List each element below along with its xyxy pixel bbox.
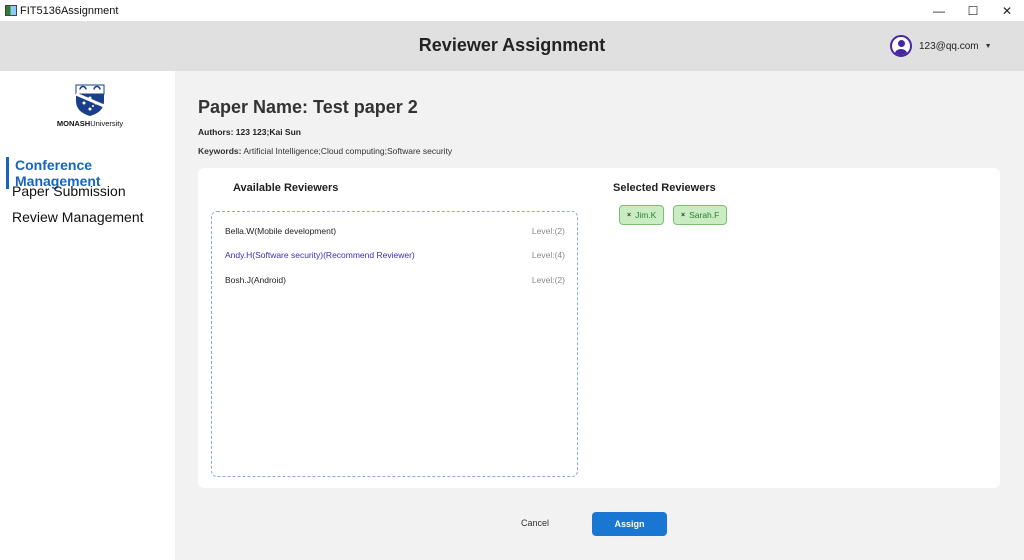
user-menu[interactable]: 123@qq.com ▼ (890, 35, 992, 57)
close-button[interactable]: ✕ (990, 0, 1024, 22)
page-title: Reviewer Assignment (418, 35, 606, 55)
selected-reviewer-chip[interactable]: × Jim.K (619, 205, 665, 225)
keywords-label: Keywords: (198, 146, 242, 156)
reviewer-item-recommended[interactable]: Andy.H(Software security)(Recommend Revi… (225, 250, 565, 260)
reviewer-name: Bosh.J(Android) (225, 275, 286, 285)
reviewer-level: Level:(4) (531, 250, 565, 260)
reviewer-level: Level:(2) (531, 275, 565, 285)
maximize-button[interactable]: ☐ (956, 0, 990, 22)
cancel-button[interactable]: Cancel (521, 518, 549, 528)
available-reviewers-list[interactable]: Bella.W(Mobile development) Level:(2) An… (211, 211, 578, 477)
app-icon (5, 5, 17, 16)
reviewer-level: Level:(2) (531, 226, 565, 236)
sidebar-item-review-management[interactable]: Review Management (12, 209, 144, 225)
chip-label: Sarah.F (689, 210, 720, 220)
sidebar-item-paper-submission[interactable]: Paper Submission (12, 183, 126, 199)
reviewer-name: Andy.H(Software security)(Recommend Revi… (225, 250, 415, 260)
paper-keywords: Keywords: Artificial Intelligence;Cloud … (198, 146, 452, 156)
main-content: Paper Name: Test paper 2 Authors: 123 12… (175, 71, 1024, 560)
available-reviewers-title: Available Reviewers (233, 182, 339, 194)
paper-authors: Authors: 123 123;Kai Sun (198, 127, 301, 137)
window-titlebar: FIT5136Assignment — ☐ ✕ (0, 0, 1024, 22)
keywords-value: Artificial Intelligence;Cloud computing;… (241, 146, 453, 156)
monash-crest-icon (75, 84, 105, 116)
reviewer-item[interactable]: Bosh.J(Android) Level:(2) (225, 275, 565, 285)
remove-icon[interactable]: × (681, 212, 685, 219)
window-title: FIT5136Assignment (20, 4, 119, 17)
reviewer-name: Bella.W(Mobile development) (225, 226, 337, 236)
reviewer-assignment-card: Available Reviewers Selected Reviewers B… (198, 168, 1000, 488)
minimize-button[interactable]: — (922, 0, 956, 22)
chip-label: Jim.K (635, 210, 657, 220)
caret-down-icon: ▼ (984, 42, 992, 50)
sidebar: MONASHUniversity Conference Management P… (0, 71, 175, 560)
reviewer-item[interactable]: Bella.W(Mobile development) Level:(2) (225, 226, 565, 236)
monash-logo: MONASHUniversity (50, 83, 130, 128)
paper-name: Paper Name: Test paper 2 (198, 97, 418, 117)
user-circle-icon (890, 35, 912, 57)
app-header: Reviewer Assignment 123@qq.com ▼ (0, 22, 1024, 71)
assign-button[interactable]: Assign (592, 512, 667, 536)
window-controls: — ☐ ✕ (922, 0, 1024, 22)
selected-reviewers-title: Selected Reviewers (613, 182, 716, 194)
logo-wordmark: MONASHUniversity (56, 119, 124, 128)
user-email: 123@qq.com (919, 40, 979, 52)
remove-icon[interactable]: × (627, 212, 631, 219)
selected-reviewer-chip[interactable]: × Sarah.F (673, 205, 728, 225)
